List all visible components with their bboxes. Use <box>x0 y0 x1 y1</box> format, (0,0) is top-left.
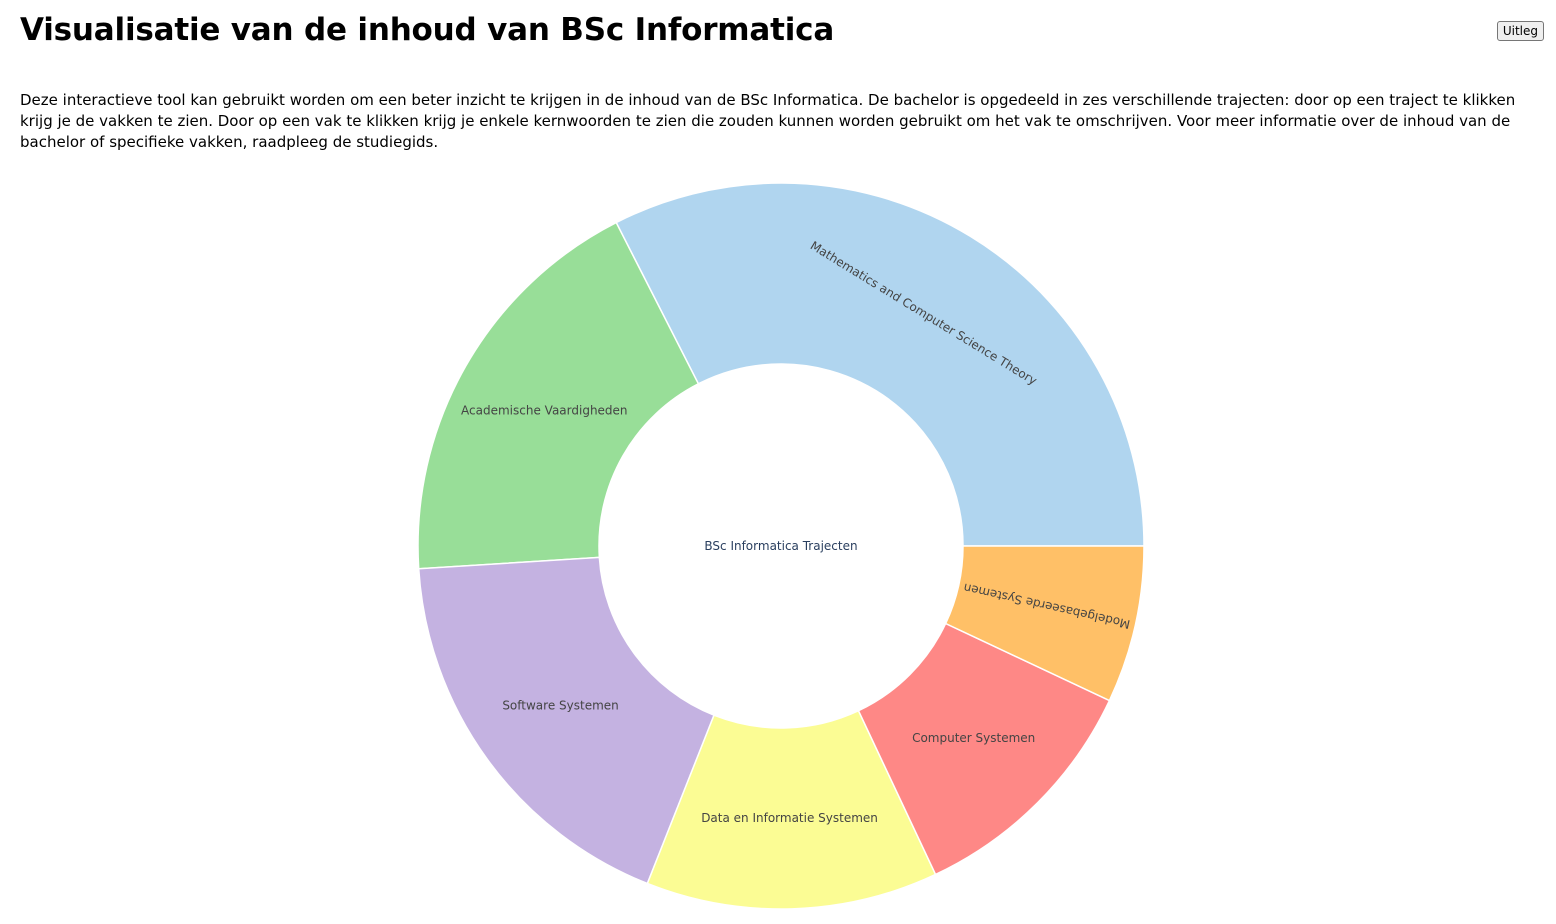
center-label: BSc Informatica Trajecten <box>704 539 857 553</box>
chart-area: Mathematics and Computer Science Theory A… <box>0 0 1556 919</box>
donut-chart: Mathematics and Computer Science TheoryA… <box>417 182 1145 910</box>
slice-mathematics-and-computer-science-theory[interactable] <box>615 182 1145 547</box>
